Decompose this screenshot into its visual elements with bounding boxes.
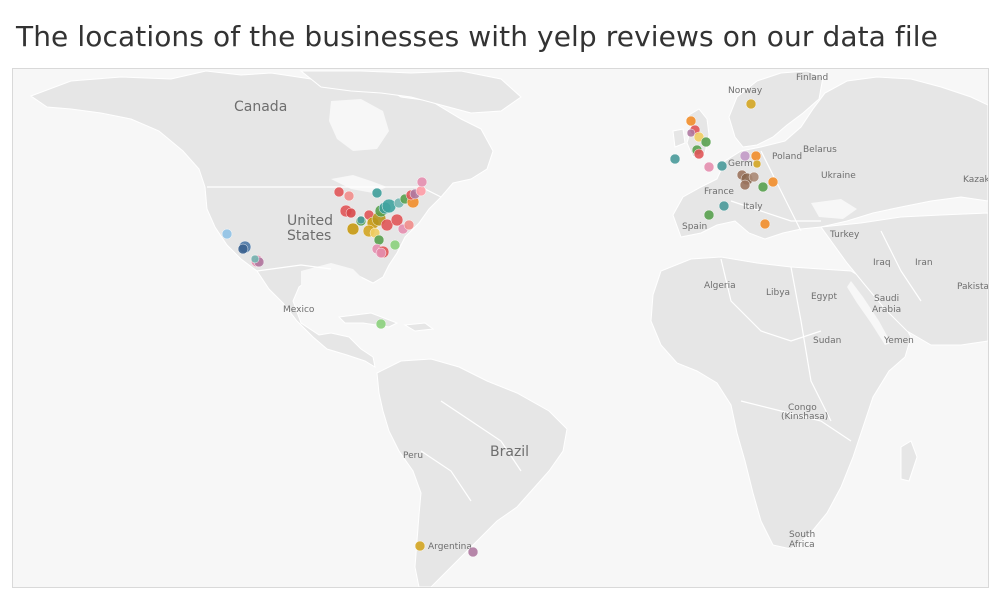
label-states: States: [287, 228, 331, 244]
page-title: The locations of the businesses with yel…: [16, 20, 938, 53]
location-dot[interactable]: [381, 198, 397, 214]
location-dot[interactable]: [389, 239, 401, 251]
label-ukraine: Ukraine: [821, 171, 856, 181]
location-dot[interactable]: [703, 209, 715, 221]
location-dot[interactable]: [403, 219, 415, 231]
label-iraq: Iraq: [873, 258, 891, 268]
location-dot[interactable]: [752, 159, 762, 169]
label-yemen: Yemen: [883, 336, 914, 346]
label-algeria: Algeria: [704, 281, 736, 291]
label-south: South: [789, 530, 815, 540]
label-finland: Finland: [796, 73, 828, 83]
location-dot[interactable]: [693, 148, 705, 160]
label-spain: Spain: [682, 222, 707, 232]
location-dot[interactable]: [759, 218, 771, 230]
location-dot[interactable]: [739, 179, 751, 191]
location-dot[interactable]: [757, 181, 769, 193]
location-dot[interactable]: [750, 150, 762, 162]
location-dot[interactable]: [250, 254, 260, 264]
location-dot[interactable]: [375, 247, 387, 259]
label-united: United: [287, 213, 333, 229]
location-dot[interactable]: [686, 128, 696, 138]
label-arabia: Arabia: [872, 305, 901, 315]
location-dot[interactable]: [375, 318, 387, 330]
label-germany: Germ: [728, 159, 753, 169]
label-poland: Poland: [772, 152, 802, 162]
location-dot[interactable]: [767, 176, 779, 188]
location-dot[interactable]: [718, 200, 730, 212]
label-belarus: Belarus: [803, 145, 837, 155]
label-mexico: Mexico: [283, 305, 315, 315]
label-argentina: Argentina: [428, 542, 472, 552]
location-dot[interactable]: [415, 185, 427, 197]
location-dot[interactable]: [237, 243, 249, 255]
label-italy: Italy: [743, 202, 763, 212]
label-kazak: Kazak: [963, 175, 988, 185]
location-dot[interactable]: [685, 115, 697, 127]
location-dot[interactable]: [739, 150, 751, 162]
label-saudi: Saudi: [874, 294, 899, 304]
location-dot[interactable]: [745, 98, 757, 110]
label-pakista: Pakista: [957, 282, 988, 292]
label-france: France: [704, 187, 734, 197]
label-libya: Libya: [766, 288, 790, 298]
location-dot[interactable]: [416, 176, 428, 188]
label-sudan: Sudan: [813, 336, 841, 346]
label-egypt: Egypt: [811, 292, 837, 302]
location-dot[interactable]: [345, 207, 357, 219]
label-brazil: Brazil: [490, 444, 529, 460]
location-dot[interactable]: [333, 186, 345, 198]
location-dot[interactable]: [371, 187, 383, 199]
location-dot[interactable]: [700, 136, 712, 148]
label-canada: Canada: [234, 99, 287, 115]
location-dot[interactable]: [346, 222, 360, 236]
label-kinshasa: (Kinshasa): [781, 412, 828, 422]
label-peru: Peru: [403, 451, 423, 461]
label-iran: Iran: [915, 258, 933, 268]
location-dot[interactable]: [373, 234, 385, 246]
location-dot[interactable]: [467, 546, 479, 558]
location-dot[interactable]: [748, 171, 760, 183]
label-africa: Africa: [789, 540, 815, 550]
location-dot[interactable]: [414, 540, 426, 552]
location-dot[interactable]: [669, 153, 681, 165]
location-dot[interactable]: [716, 160, 728, 172]
location-dot[interactable]: [221, 228, 233, 240]
location-dot[interactable]: [343, 190, 355, 202]
location-dot[interactable]: [703, 161, 715, 173]
world-map[interactable]: Canada United States Mexico Brazil Peru …: [12, 68, 989, 588]
label-norway: Norway: [728, 86, 763, 96]
location-dot[interactable]: [356, 215, 366, 225]
label-turkey: Turkey: [829, 230, 860, 240]
